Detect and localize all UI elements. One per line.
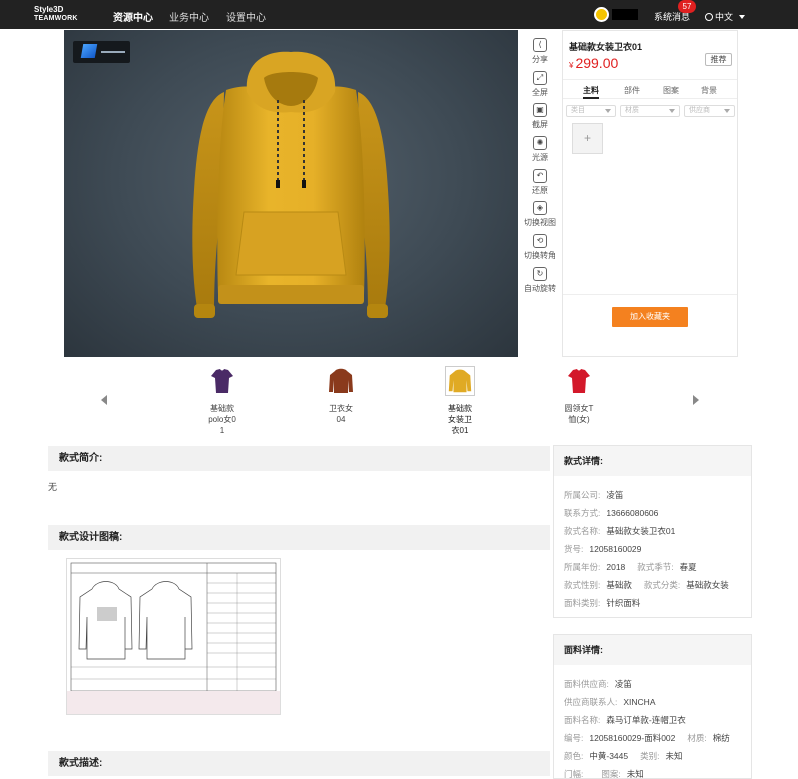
hoodie-thumbnail — [326, 366, 356, 396]
rotate-icon: ⟲ — [533, 234, 547, 248]
section-style-description: 款式描述: — [48, 751, 550, 776]
fabric-detail-card: 面料详情: 面料供应商: 凌笛 供应商联系人: XINCHA 面料名称: 森马订单款-… — [553, 634, 752, 779]
tab-main-fabric[interactable]: 主料 — [583, 85, 599, 99]
nav-resource-center[interactable]: 资源中心 — [113, 9, 153, 24]
hoodie-model — [192, 51, 390, 318]
thumbnail-item[interactable]: 圆领女T恤(女) — [559, 366, 599, 425]
tech-sheet-drawing — [67, 562, 280, 714]
detail-style-name: 款式名称: 基础款女装卫衣01 — [564, 526, 676, 536]
material-tabs: 主料 部件 图案 背景 — [563, 79, 737, 99]
chevron-down-icon — [739, 15, 746, 19]
style-detail-card: 款式详情: 所属公司: 凌笛 联系方式: 13666080606 款式名称: 基础款女… — [553, 445, 752, 618]
style3d-logo[interactable]: Style3D TEAMWORK — [34, 5, 78, 23]
logo-text-line1: Style3D — [34, 5, 64, 14]
detail-contact: 联系方式: 13666080606 — [564, 508, 659, 518]
carousel-next-arrow[interactable] — [693, 395, 699, 405]
tab-background[interactable]: 背景 — [701, 85, 717, 96]
supplier-select[interactable]: 供应商 — [684, 105, 735, 117]
switch-angle-button[interactable]: ⟲ 切换转角 — [518, 234, 562, 261]
hoodie-thumbnail — [445, 366, 475, 396]
logo-text-line2: TEAMWORK — [34, 15, 78, 22]
thumbnail-item-selected[interactable]: 基础款女装卫衣01 — [440, 366, 480, 436]
style-intro-text: 无 — [48, 482, 58, 492]
add-to-favorites-button[interactable]: 加入收藏夹 — [612, 307, 688, 327]
nav-settings-center[interactable]: 设置中心 — [226, 9, 266, 24]
chevron-down-icon — [669, 109, 675, 113]
undo-icon: ↶ — [533, 169, 547, 183]
view-icon: ◈ — [533, 201, 547, 215]
fabric-width-pattern: 门幅: 图案: 未知 — [564, 769, 644, 779]
message-count-badge: 57 — [678, 0, 696, 13]
autorotate-icon: ↻ — [533, 267, 547, 281]
light-icon: ✺ — [533, 136, 547, 150]
3d-garment-viewer[interactable] — [64, 30, 518, 357]
nav-business-center[interactable]: 业务中心 — [169, 9, 209, 24]
product-title: 基础款女装卫衣01 — [569, 42, 643, 52]
thumbnail-item[interactable]: 卫衣女04 — [321, 366, 361, 425]
thumbnail-item[interactable]: 基础款polo女01 — [202, 366, 242, 436]
product-detail-panel: 基础款女装卫衣01 ¥299.00 推荐 主料 部件 图案 背景 类目 材质 供… — [562, 30, 738, 357]
avatar[interactable] — [594, 7, 609, 22]
fabric-name: 面料名称: 森马订单款-连帽卫衣 — [564, 715, 686, 725]
fabric-detail-title: 面料详情: — [554, 635, 751, 665]
product-price: ¥299.00 — [569, 55, 619, 71]
section-design-draft: 款式设计图稿: — [48, 525, 550, 550]
style-detail-title: 款式详情: — [554, 446, 751, 476]
detail-company: 所属公司: 凌笛 — [564, 490, 624, 500]
tshirt-thumbnail — [207, 366, 237, 396]
tab-pattern[interactable]: 图案 — [663, 85, 679, 96]
top-navigation-bar: Style3D TEAMWORK 资源中心 业务中心 设置中心 系统消息 57 … — [0, 0, 798, 29]
section-style-intro: 款式简介: — [48, 446, 550, 471]
reset-button[interactable]: ↶ 还原 — [518, 169, 562, 196]
screenshot-icon: ▣ — [533, 103, 547, 117]
share-button[interactable]: ⟨ 分享 — [518, 38, 562, 65]
fabric-code-material: 编号: 12058160029-面料002 材质: 棉纺 — [564, 733, 730, 743]
detail-article-no: 货号: 12058160029 — [564, 544, 642, 554]
user-name-redacted[interactable] — [612, 9, 638, 20]
chevron-down-icon — [605, 109, 611, 113]
auto-rotate-button[interactable]: ↻ 自动旋转 — [518, 267, 562, 294]
chevron-down-icon — [724, 109, 730, 113]
detail-gender-category: 款式性别: 基础款 款式分类: 基础款女装 — [564, 580, 729, 590]
detail-year-season: 所属年份: 2018 款式季节: 春夏 — [564, 562, 697, 572]
language-selector[interactable]: 中文 — [705, 10, 746, 23]
detail-fabric-type: 面料类别: 针织面料 — [564, 598, 641, 608]
material-select[interactable]: 材质 — [620, 105, 680, 117]
globe-icon — [705, 13, 713, 21]
add-fabric-button[interactable]: + — [572, 123, 603, 154]
category-select[interactable]: 类目 — [566, 105, 616, 117]
carousel-prev-arrow[interactable] — [101, 395, 107, 405]
share-icon: ⟨ — [533, 38, 547, 52]
tshirt-thumbnail — [564, 366, 594, 396]
favorite-area: 加入收藏夹 — [563, 294, 737, 327]
fullscreen-button[interactable]: ⤢ 全屏 — [518, 71, 562, 98]
viewer-toolbar: ⟨ 分享 ⤢ 全屏 ▣ 截屏 ✺ 光源 ↶ 还原 ◈ 切换视图 ⟲ 切换转角 ↻ 自动旋转 — [518, 30, 562, 357]
switch-view-button[interactable]: ◈ 切换视图 — [518, 201, 562, 228]
fullscreen-icon: ⤢ — [533, 71, 547, 85]
fabric-supplier: 面料供应商: 凌笛 — [564, 679, 632, 689]
light-button[interactable]: ✺ 光源 — [518, 136, 562, 163]
recommend-button[interactable]: 推荐 — [705, 53, 732, 66]
fabric-supplier-contact: 供应商联系人: XINCHA — [564, 697, 656, 707]
tab-parts[interactable]: 部件 — [624, 85, 640, 96]
fabric-color-category: 颜色: 中黄-3445 类别: 未知 — [564, 751, 683, 761]
language-label: 中文 — [715, 12, 734, 22]
design-draft-image[interactable] — [66, 558, 281, 715]
screenshot-button[interactable]: ▣ 截屏 — [518, 103, 562, 130]
